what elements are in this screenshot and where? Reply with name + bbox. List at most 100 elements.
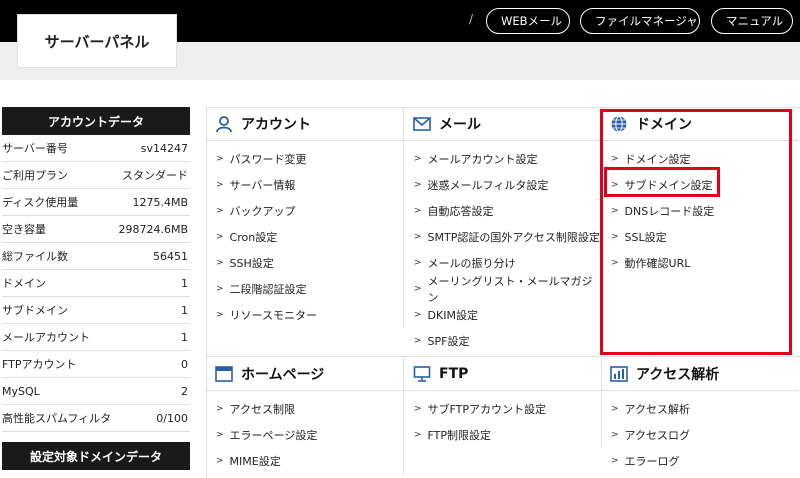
menu-item-label: リソースモニター xyxy=(229,309,317,322)
stat-value: 1 xyxy=(181,276,188,290)
menu-item-label: アクセス制限 xyxy=(229,403,295,416)
account-data-panel: アカウントデータ サーバー番号 sv14247 ご利用プラン スタンダード ディスク… xyxy=(2,107,190,432)
menu-item-label: FTP制限設定 xyxy=(427,429,492,442)
menu-item-mime[interactable]: > MIME設定 xyxy=(207,448,403,474)
menu-item-label: サーバー情報 xyxy=(229,179,296,192)
menu-item-2fa[interactable]: > 二段階認証設定 xyxy=(207,276,403,302)
stat-row-server-number: サーバー番号 sv14247 xyxy=(2,135,190,162)
menu-item-server-info[interactable]: > サーバー情報 xyxy=(207,172,403,198)
menu-item-ssh[interactable]: > SSH設定 xyxy=(207,250,403,276)
chevron-right-icon: > xyxy=(611,456,619,466)
menu-item-auto-reply[interactable]: > 自動応答設定 xyxy=(405,198,601,224)
chevron-right-icon: > xyxy=(414,180,422,190)
menu-item-label: エラーページ設定 xyxy=(229,429,318,442)
menu-item-label: エラーログ xyxy=(624,455,680,468)
menu-item-label: パスワード変更 xyxy=(229,153,307,166)
section-homepage: ホームページ > アクセス制限 > エラーページ設定 > MIME設定 xyxy=(207,357,404,474)
menu-list-mail: > メールアカウント設定 > 迷惑メールフィルタ設定 > 自動応答設定 > SMTP認証… xyxy=(405,141,601,354)
stat-row-ftp-account: FTPアカウント 0 xyxy=(2,351,190,378)
page-title[interactable]: サーバーパネル xyxy=(17,14,177,68)
menu-item-access-log[interactable]: > アクセスログ xyxy=(602,422,799,448)
menu-item-access-restrict[interactable]: > アクセス制限 xyxy=(207,396,403,422)
section-title: アカウント xyxy=(241,116,311,133)
filemanager-label: ファイルマネージャ xyxy=(595,14,698,28)
chevron-right-icon: > xyxy=(216,258,224,268)
stat-value: 1275.4MB xyxy=(132,195,188,209)
chevron-right-icon: > xyxy=(611,430,619,440)
chevron-right-icon: > xyxy=(611,404,619,414)
stat-label: MySQL xyxy=(2,384,40,398)
menu-item-backup[interactable]: > バックアップ xyxy=(207,198,403,224)
chevron-right-icon: > xyxy=(216,232,224,242)
stat-value: 1 xyxy=(181,303,188,317)
menu-item-error-page[interactable]: > エラーページ設定 xyxy=(207,422,403,448)
stat-row-subdomain: サブドメイン 1 xyxy=(2,297,190,324)
stat-value: sv14247 xyxy=(140,141,188,155)
section-title: アクセス解析 xyxy=(636,366,720,383)
menu-item-label: SSH設定 xyxy=(229,257,274,270)
domain-data-heading: 設定対象ドメインデータ xyxy=(2,442,190,470)
menu-item-error-log[interactable]: > エラーログ xyxy=(602,448,799,474)
menu-item-label: メーリングリスト・メールマガジン xyxy=(427,275,593,304)
menu-item-label: SPF設定 xyxy=(427,335,470,348)
section-ftp: FTP > サブFTPアカウント設定 > FTP制限設定 xyxy=(405,357,602,448)
menu-item-spf[interactable]: > SPF設定 xyxy=(405,328,601,354)
chevron-right-icon: > xyxy=(216,180,224,190)
stat-row-disk-usage: ディスク使用量 1275.4MB xyxy=(2,189,190,216)
chevron-right-icon: > xyxy=(216,154,224,164)
section-header-homepage: ホームページ xyxy=(207,357,403,391)
menu-item-ftp-restrict[interactable]: > FTP制限設定 xyxy=(405,422,601,448)
menu-item-dkim[interactable]: > DKIM設定 xyxy=(405,302,601,328)
chevron-right-icon: > xyxy=(414,154,422,164)
menu-item-mailing-list[interactable]: > メーリングリスト・メールマガジン xyxy=(405,275,601,304)
manual-label: マニュアル xyxy=(726,14,784,28)
stat-value: 2 xyxy=(181,384,188,398)
stat-row-domain: ドメイン 1 xyxy=(2,270,190,297)
manual-button[interactable]: ? マニュアル xyxy=(711,8,793,34)
stat-label: ドメイン xyxy=(2,277,46,290)
envelope-icon xyxy=(413,116,431,131)
menu-list-account: > パスワード変更 > サーバー情報 > バックアップ > Cron設定 > SSH設定 … xyxy=(207,141,403,328)
chevron-right-icon: > xyxy=(414,310,422,320)
menu-item-smtp-restrict[interactable]: > SMTP認証の国外アクセス制限設定 xyxy=(405,224,601,250)
webmail-button[interactable]: WEBメール xyxy=(486,8,570,34)
section-title: ホームページ xyxy=(241,366,325,383)
section-header-account: アカウント xyxy=(207,107,403,141)
stat-value: 0 xyxy=(181,357,188,371)
menu-item-label: 自動応答設定 xyxy=(427,205,494,218)
stat-label: ディスク使用量 xyxy=(2,196,79,209)
stat-value: 1 xyxy=(181,330,188,344)
chevron-right-icon: > xyxy=(414,284,422,294)
chevron-right-icon: > xyxy=(216,404,224,414)
account-data-heading: アカウントデータ xyxy=(2,107,190,135)
stat-label: 空き容量 xyxy=(2,223,46,236)
menu-item-access-analysis[interactable]: > アクセス解析 xyxy=(602,396,799,422)
section-header-ftp: FTP xyxy=(405,357,601,391)
section-analytics: アクセス解析 > アクセス解析 > アクセスログ > エラーログ xyxy=(602,357,799,474)
stat-label: メールアカウント xyxy=(2,331,90,344)
menu-item-label: メールアカウント設定 xyxy=(427,153,538,166)
section-account: アカウント > パスワード変更 > サーバー情報 > バックアップ > Cron設定 >… xyxy=(207,107,404,328)
menu-item-cron[interactable]: > Cron設定 xyxy=(207,224,403,250)
monitor-icon xyxy=(413,365,431,382)
bar-chart-icon xyxy=(610,365,628,382)
menu-item-label: MIME設定 xyxy=(229,455,281,468)
menu-item-sub-ftp[interactable]: > サブFTPアカウント設定 xyxy=(405,396,601,422)
stat-value: 298724.6MB xyxy=(118,222,188,236)
stat-label: サーバー番号 xyxy=(2,142,68,155)
menu-list-analytics: > アクセス解析 > アクセスログ > エラーログ xyxy=(602,391,799,474)
menu-item-label: 迷惑メールフィルタ設定 xyxy=(427,179,549,192)
menu-item-mail-account[interactable]: > メールアカウント設定 xyxy=(405,146,601,172)
menu-item-resource-monitor[interactable]: > リソースモニター xyxy=(207,302,403,328)
menu-item-label: サブFTPアカウント設定 xyxy=(427,403,547,416)
menu-item-password[interactable]: > パスワード変更 xyxy=(207,146,403,172)
filemanager-button[interactable]: ファイルマネージャ xyxy=(580,8,700,34)
menu-item-label: 二段階認証設定 xyxy=(229,283,307,296)
menu-list-ftp: > サブFTPアカウント設定 > FTP制限設定 xyxy=(405,391,601,448)
menu-item-spam-filter[interactable]: > 迷惑メールフィルタ設定 xyxy=(405,172,601,198)
section-header-analytics: アクセス解析 xyxy=(602,357,799,391)
stat-row-plan: ご利用プラン スタンダード xyxy=(2,162,190,189)
stat-row-mail-account: メールアカウント 1 xyxy=(2,324,190,351)
stat-value: スタンダード xyxy=(122,169,188,182)
chevron-right-icon: > xyxy=(216,456,224,466)
